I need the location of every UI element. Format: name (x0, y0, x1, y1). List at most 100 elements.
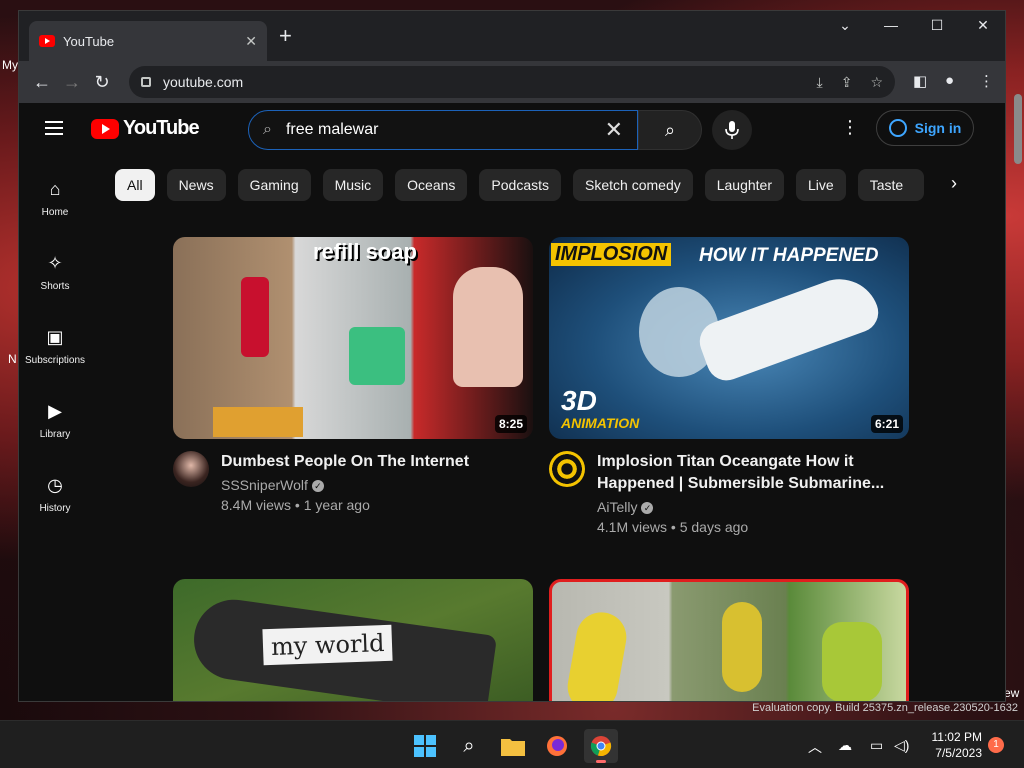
chevron-up-icon[interactable]: ︿ (808, 737, 822, 757)
side-panel-icon[interactable]: ◧ (913, 72, 927, 90)
file-explorer-button[interactable] (496, 729, 530, 763)
tab-youtube[interactable]: YouTube ✕ (29, 21, 267, 61)
back-button[interactable]: ← (27, 72, 57, 93)
desktop-icon-label[interactable]: N (8, 352, 17, 366)
desktop-icon-label[interactable]: My (2, 58, 18, 72)
start-button[interactable] (408, 729, 442, 763)
guide-item-shorts[interactable]: ✧ Shorts (19, 237, 91, 311)
sign-in-button[interactable]: Sign in (876, 110, 974, 146)
forward-button[interactable]: → (57, 72, 87, 93)
filter-chips: All News Gaming Music Oceans Podcasts Sk… (115, 169, 936, 201)
settings-menu-icon[interactable]: ⋮ (841, 117, 859, 138)
notification-badge[interactable]: 1 (988, 737, 1004, 753)
video-duration: 6:21 (870, 415, 903, 433)
account-icon (888, 119, 907, 137)
chip-sketch-comedy[interactable]: Sketch comedy (573, 169, 693, 201)
search-icon: ⌕ (664, 119, 676, 140)
display-icon[interactable]: ▭ (870, 737, 883, 754)
page-scrollbar[interactable] (1014, 92, 1022, 692)
video-title[interactable]: Dumbest People On The Internet (221, 451, 521, 473)
reload-button[interactable]: ↻ (87, 72, 117, 93)
tab-close-icon[interactable]: ✕ (245, 33, 257, 50)
submersible-shape (694, 268, 884, 386)
tab-search-button[interactable]: ⌄ (825, 17, 865, 34)
verified-icon: ✓ (311, 480, 324, 493)
chip-all[interactable]: All (115, 169, 155, 201)
video-card[interactable]: IMPLOSION HOW IT HAPPENED 3D ANIMATION 6… (549, 237, 909, 535)
browser-toolbar: ← → ↻ youtube.com ⤓ ⇪ ☆ ◧ ● ⋮ (19, 61, 1005, 103)
bookmark-star-icon[interactable]: ☆ (870, 74, 883, 91)
windows-logo-icon (414, 735, 436, 757)
chip-gaming[interactable]: Gaming (237, 169, 311, 201)
video-thumbnail[interactable]: IMPLOSION HOW IT HAPPENED 3D ANIMATION 6… (549, 237, 909, 439)
video-thumbnail[interactable]: my world (173, 579, 533, 701)
thumbnail-text: IMPLOSION (551, 243, 672, 266)
active-indicator (596, 760, 606, 763)
channel-name[interactable]: SSSniperWolf ✓ (221, 477, 521, 493)
folder-icon (501, 739, 525, 756)
maximize-button[interactable]: ☐ (917, 17, 957, 34)
close-window-button[interactable]: ✕ (963, 17, 1003, 34)
chip-laughter[interactable]: Laughter (704, 169, 785, 201)
network-icon[interactable]: ☁ (838, 737, 852, 754)
video-card[interactable]: refill soap 8:25 Dumbest People On The I… (173, 237, 533, 513)
chip-news[interactable]: News (166, 169, 226, 201)
search-taskbar-button[interactable]: ⌕ (452, 729, 486, 763)
video-card[interactable] (549, 579, 909, 701)
clock-date: 7/5/2023 (935, 746, 982, 760)
lock-icon[interactable] (141, 77, 151, 87)
browser-menu-icon[interactable]: ⋮ (979, 72, 994, 90)
scrollbar-thumb[interactable] (1014, 94, 1022, 164)
channel-name[interactable]: AiTelly ✓ (597, 499, 897, 515)
windows-taskbar: ⌕ ︿ ☁ ▭ ◁) 11:02 PM 7/5/2023 1 (0, 720, 1024, 768)
search-icon: ⌕ (463, 734, 475, 757)
video-stats: 4.1M views • 5 days ago (597, 519, 749, 535)
microphone-icon (725, 121, 739, 139)
search-input[interactable] (285, 121, 605, 139)
chip-taste[interactable]: Taste (857, 169, 924, 201)
menu-icon[interactable] (45, 121, 63, 139)
clear-search-icon[interactable]: ✕ (605, 117, 623, 143)
chip-podcasts[interactable]: Podcasts (479, 169, 562, 201)
share-icon[interactable]: ⇪ (841, 74, 853, 91)
search-button[interactable]: ⌕ (638, 110, 702, 150)
browser-window: YouTube ✕ + ⌄ — ☐ ✕ ← → ↻ youtube.com ⤓ … (18, 10, 1006, 702)
chevron-right-icon[interactable]: › (951, 173, 957, 194)
thumbnail-text: HOW IT HAPPENED (699, 245, 879, 266)
channel-avatar[interactable] (549, 451, 585, 487)
url-text[interactable]: youtube.com (163, 74, 799, 90)
clock[interactable]: 11:02 PM 7/5/2023 (920, 729, 982, 761)
new-tab-button[interactable]: + (279, 25, 292, 47)
guide-item-history[interactable]: ◷ History (19, 459, 91, 533)
guide-sidebar: ⌂ Home ✧ Shorts ▣ Subscriptions ▶ Librar… (19, 163, 91, 533)
subscriptions-icon: ▣ (46, 327, 64, 347)
video-card[interactable]: my world (173, 579, 533, 701)
video-title[interactable]: Implosion Titan Oceangate How it Happene… (597, 451, 897, 495)
guide-item-home[interactable]: ⌂ Home (19, 163, 91, 237)
firefox-button[interactable] (540, 729, 574, 763)
search-icon: ⌕ (263, 121, 272, 138)
profile-icon[interactable]: ● (945, 72, 954, 89)
guide-item-library[interactable]: ▶ Library (19, 385, 91, 459)
evaluation-watermark: Evaluation copy. Build 25375.zn_release.… (752, 702, 1018, 714)
guide-item-subscriptions[interactable]: ▣ Subscriptions (19, 311, 91, 385)
youtube-logo[interactable]: YouTube (91, 117, 200, 140)
chip-oceans[interactable]: Oceans (395, 169, 468, 201)
channel-avatar[interactable] (173, 451, 209, 487)
history-icon: ◷ (47, 475, 63, 495)
video-thumbnail[interactable] (549, 579, 909, 701)
volume-icon[interactable]: ◁) (894, 737, 909, 754)
chip-music[interactable]: Music (322, 169, 384, 201)
verified-icon: ✓ (641, 502, 654, 515)
voice-search-button[interactable] (712, 110, 752, 150)
soap-shape (349, 327, 405, 385)
thumbnail-text: my world (262, 624, 394, 666)
fries-shape (213, 407, 303, 437)
minimize-button[interactable]: — (871, 17, 911, 33)
chip-live[interactable]: Live (796, 169, 846, 201)
tab-strip: YouTube ✕ + ⌄ — ☐ ✕ (19, 11, 1005, 61)
address-bar[interactable]: youtube.com ⤓ ⇪ ☆ (129, 66, 895, 98)
install-app-icon[interactable]: ⤓ (817, 74, 823, 91)
video-thumbnail[interactable]: refill soap 8:25 (173, 237, 533, 439)
chrome-button[interactable] (584, 729, 618, 763)
